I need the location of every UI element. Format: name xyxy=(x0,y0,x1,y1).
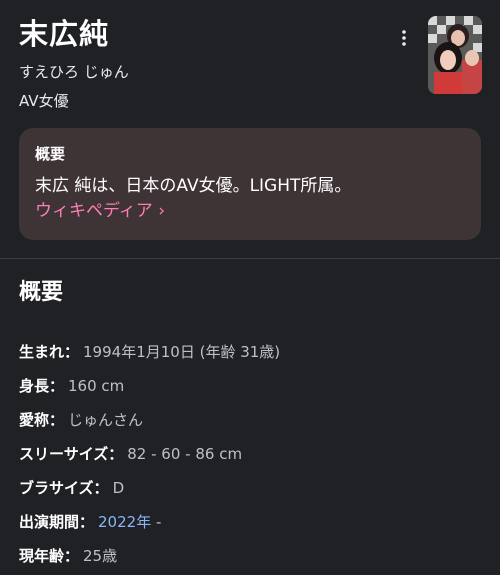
fact-value: 82 - 60 - 86 cm xyxy=(127,445,243,463)
fact-value: じゅんさん xyxy=(68,411,144,429)
summary-text: 末広 純は、日本のAV女優。LIGHT所属。 xyxy=(35,176,352,196)
entity-reading: すえひろ じゅん xyxy=(19,63,129,81)
facts-list: 生まれ： 1994年1月10日 (年齢 31歳) 身長： 160 cm 愛称： じゅん… xyxy=(19,337,479,575)
fact-value: 160 cm xyxy=(68,377,125,395)
section-divider xyxy=(0,258,500,259)
fact-birth: 生まれ： 1994年1月10日 (年齢 31歳) xyxy=(19,337,479,371)
more-vert-icon xyxy=(402,30,406,46)
overview-heading: 概要 xyxy=(19,280,64,305)
fact-bra-size: ブラサイズ： D xyxy=(19,473,479,507)
fact-label: 愛称： xyxy=(19,411,65,429)
summary-heading: 概要 xyxy=(35,145,66,163)
fact-label: ブラサイズ： xyxy=(19,479,109,497)
fact-height: 身長： 160 cm xyxy=(19,371,479,405)
fact-value: 25歳 xyxy=(83,547,118,565)
profile-photo[interactable] xyxy=(428,16,482,94)
fact-label: 出演期間： xyxy=(19,513,95,531)
entity-header: 末広純 すえひろ じゅん AV女優 xyxy=(0,0,500,128)
fact-label: 現年齢： xyxy=(19,547,80,565)
fact-label: スリーサイズ： xyxy=(19,445,124,463)
fact-measurements: スリーサイズ： 82 - 60 - 86 cm xyxy=(19,439,479,473)
entity-category: AV女優 xyxy=(19,92,69,110)
fact-label: 生まれ： xyxy=(19,343,80,361)
entity-title: 末広純 xyxy=(19,17,110,51)
fact-nickname: 愛称： じゅんさん xyxy=(19,405,479,439)
summary-card: 概要 末広 純は、日本のAV女優。LIGHT所属。 ウィキペディア › xyxy=(19,128,481,240)
wikipedia-link[interactable]: ウィキペディア › xyxy=(35,198,465,224)
fact-current-age: 現年齢： 25歳 xyxy=(19,541,479,575)
fact-value-link[interactable]: 2022年 xyxy=(98,513,151,531)
fact-active-period: 出演期間： 2022年 - xyxy=(19,507,479,541)
more-options-button[interactable] xyxy=(394,26,414,50)
fact-value: D xyxy=(112,479,125,497)
photo-image xyxy=(428,16,482,94)
fact-value-tail: - xyxy=(151,513,162,531)
fact-value: 1994年1月10日 (年齢 31歳) xyxy=(83,343,281,361)
fact-label: 身長： xyxy=(19,377,65,395)
